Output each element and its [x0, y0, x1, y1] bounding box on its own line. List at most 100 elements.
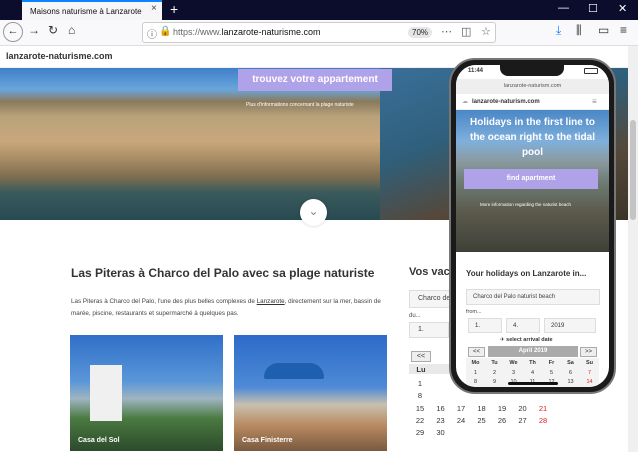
calendar-day[interactable]: 24: [451, 416, 471, 425]
calendar-weekday-header: Lu: [409, 364, 449, 374]
calendar-day[interactable]: 17: [451, 404, 471, 413]
phone-beach-select[interactable]: Charco del Palo naturist beach: [466, 289, 600, 305]
tab-close-icon[interactable]: ×: [151, 3, 157, 14]
card-caption: Casa Finisterre: [242, 437, 293, 444]
navigation-toolbar: ← → ↻ ⌂ ⓘ 🔒 https://www.lanzarote-naturi…: [0, 20, 638, 46]
back-arrow-icon[interactable]: ←: [3, 22, 23, 42]
menu-icon[interactable]: ≡: [620, 23, 627, 37]
calendar-day[interactable]: 20: [513, 404, 533, 413]
weekday-label: Lu: [416, 365, 426, 374]
reload-icon[interactable]: ↻: [48, 23, 58, 37]
phone-home-indicator: [508, 382, 558, 385]
calendar-day[interactable]: 29: [410, 428, 430, 437]
calendar-day[interactable]: 30: [431, 428, 451, 437]
card-casa-del-sol[interactable]: Casa del Sol: [70, 335, 223, 451]
phone-calendar-day[interactable]: 13: [561, 379, 580, 385]
phone-weekday-label: Su: [585, 360, 594, 366]
phone-calendar-day[interactable]: 8: [466, 379, 485, 385]
phone-time: 11:44: [468, 68, 484, 74]
phone-calendar-day[interactable]: 7: [580, 370, 599, 376]
phone-calendar-day[interactable]: 2: [485, 370, 504, 376]
phone-cal-month: April 2019: [488, 346, 578, 357]
tab-title: Maisons naturisme à Lanzarote: [30, 7, 142, 16]
calendar-prev-button[interactable]: <<: [411, 351, 431, 362]
calendar-day[interactable]: 27: [513, 416, 533, 425]
url-bar[interactable]: ⓘ 🔒 https://www.lanzarote-naturisme.com …: [142, 22, 496, 43]
phone-section-title: Your holidays on Lanzarote in...: [466, 269, 587, 278]
card-caption: Casa del Sol: [78, 437, 120, 444]
phone-month-select[interactable]: 4.: [506, 318, 540, 333]
phone-hero-title: Holidays in the first line to the ocean …: [469, 117, 595, 158]
calendar-day[interactable]: 23: [431, 416, 451, 425]
calendar-day[interactable]: 15: [410, 404, 430, 413]
home-icon[interactable]: ⌂: [68, 23, 75, 37]
phone-calendar-day[interactable]: 5: [542, 370, 561, 376]
maximize-icon[interactable]: ☐: [588, 2, 598, 15]
more-info-link[interactable]: Plus d'informations concernant la plage …: [246, 102, 354, 108]
phone-weekday-label: Th: [529, 360, 536, 366]
house-image: [90, 365, 122, 421]
calendar-day[interactable]: 21: [533, 404, 553, 413]
close-window-icon[interactable]: ✕: [618, 2, 627, 15]
calendar-day[interactable]: 8: [410, 391, 430, 400]
zoom-level[interactable]: 70%: [408, 27, 433, 38]
calendar-day[interactable]: 22: [410, 416, 430, 425]
phone-brand[interactable]: lanzarote-naturism.com: [472, 99, 540, 105]
lock-icon: 🔒: [159, 26, 172, 37]
phone-screen: 11:44 lanzarote-naturism.com ☁ lanzarote…: [456, 65, 609, 387]
from-label: du...: [409, 313, 421, 319]
chevron-down-icon[interactable]: ⌄: [300, 199, 327, 226]
cloud-icon: ☁: [462, 99, 468, 105]
minimize-icon[interactable]: —: [558, 2, 569, 14]
tab-active[interactable]: Maisons naturisme à Lanzarote: [22, 0, 162, 20]
library-icon[interactable]: ⫼: [576, 23, 582, 38]
pocket-icon[interactable]: ◫: [461, 25, 471, 38]
calendar-day[interactable]: 25: [472, 416, 492, 425]
scrollbar[interactable]: [628, 46, 638, 452]
phone-year-select[interactable]: 2019: [544, 318, 596, 333]
sidebar-icon[interactable]: ▭: [598, 23, 609, 37]
phone-site-header: ☁ lanzarote-naturism.com ≡: [456, 94, 609, 110]
phone-weekday-label: Sa: [567, 360, 574, 366]
phone-calendar-day[interactable]: 4: [523, 370, 542, 376]
phone-hero: Holidays in the first line to the ocean …: [456, 110, 609, 252]
calendar-day[interactable]: 28: [533, 416, 553, 425]
phone-calendar-day[interactable]: 3: [504, 370, 523, 376]
card-casa-finisterre[interactable]: Casa Finisterre: [234, 335, 387, 451]
calendar-day[interactable]: 1: [410, 379, 430, 388]
phone-day-select[interactable]: 1.: [468, 318, 502, 333]
phone-arrival-label: ✈ select arrival date: [500, 337, 553, 343]
phone-more-link[interactable]: More information regarding the naturist …: [480, 202, 571, 207]
new-tab-button[interactable]: +: [170, 1, 178, 17]
forward-arrow-icon[interactable]: →: [28, 23, 40, 37]
phone-calendar-day[interactable]: 1: [466, 370, 485, 376]
download-icon[interactable]: ⤓: [556, 23, 561, 38]
phone-find-button[interactable]: find apartment: [464, 169, 598, 189]
page-title: Las Piteras à Charco del Palo avec sa pl…: [71, 266, 375, 280]
phone-calendar-day[interactable]: 9: [485, 379, 504, 385]
find-apartment-button[interactable]: trouvez votre appartement: [238, 69, 392, 91]
calendar-day[interactable]: 18: [472, 404, 492, 413]
hamburger-icon[interactable]: ≡: [592, 97, 597, 106]
intro-paragraph: Las Piteras à Charco del Palo, l'une des…: [71, 298, 381, 317]
phone-url-bar[interactable]: lanzarote-naturism.com: [456, 79, 609, 94]
phone-calendar-day[interactable]: 6: [561, 370, 580, 376]
url-text: https://www.lanzarote-naturisme.com: [173, 27, 321, 37]
site-brand[interactable]: lanzarote-naturisme.com: [6, 51, 113, 61]
bookmark-star-icon[interactable]: ☆: [481, 25, 491, 38]
phone-status-bar: 11:44: [456, 65, 609, 79]
day-select[interactable]: 1.: [409, 322, 449, 338]
page-actions-icon[interactable]: ⋯: [441, 25, 452, 38]
phone-calendar-day[interactable]: 14: [580, 379, 599, 385]
phone-cal-prev-button[interactable]: <<: [468, 347, 485, 357]
calendar-day[interactable]: 16: [431, 404, 451, 413]
lanzarote-link[interactable]: Lanzarote: [257, 298, 285, 305]
info-icon[interactable]: ⓘ: [147, 26, 157, 41]
calendar-day[interactable]: 19: [492, 404, 512, 413]
phone-notch: [500, 65, 564, 76]
phone-weekday-label: We: [509, 360, 518, 366]
phone-cal-next-button[interactable]: >>: [580, 347, 597, 357]
phone-weekday-label: Tu: [491, 360, 498, 366]
calendar-day[interactable]: 26: [492, 416, 512, 425]
scrollbar-thumb[interactable]: [630, 120, 636, 220]
